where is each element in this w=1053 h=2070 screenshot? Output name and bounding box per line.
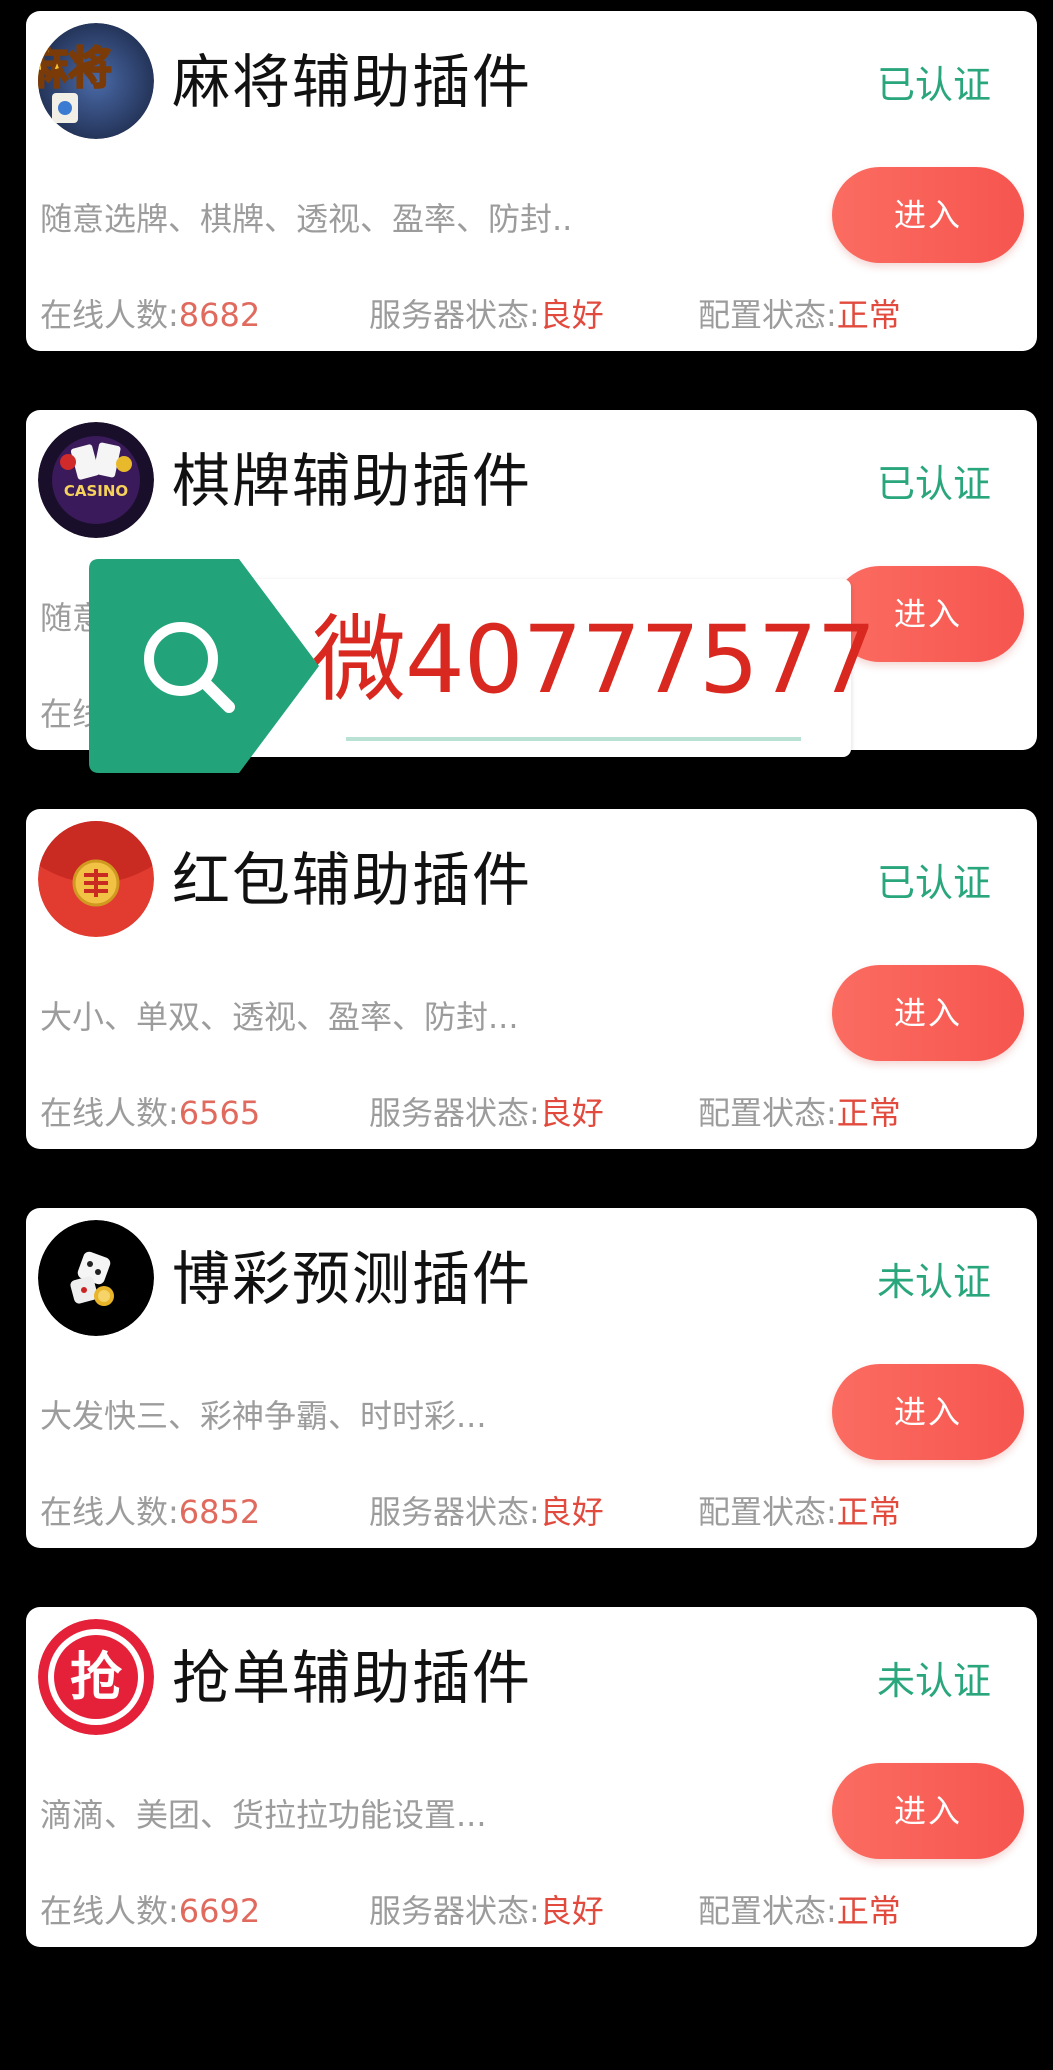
status-row: 在线人数:6565 服务器状态:良好 配置状态:正常 (40, 1091, 1030, 1135)
enter-button[interactable]: 进入 (832, 1763, 1024, 1859)
online-count: 在线人数:6692 (40, 1892, 261, 1930)
online-count: 在线人数:6852 (40, 1493, 261, 1531)
status-row: 在线人数:6692 服务器状态:良好 配置状态:正常 (40, 1889, 1030, 1933)
mahjong-logo-icon: 麻将 (38, 23, 154, 139)
plugin-title: 红包辅助插件 (172, 846, 533, 914)
certification-status: 已认证 (876, 462, 991, 506)
certification-status: 已认证 (876, 861, 991, 905)
server-status: 服务器状态:良好 (369, 1094, 604, 1132)
certification-status: 未认证 (876, 1659, 991, 1703)
server-status: 服务器状态:良好 (369, 296, 604, 334)
contact-text: 微40777577 (312, 606, 876, 715)
enter-button[interactable]: 进入 (832, 167, 1024, 263)
plugin-card-red-envelope: 红包辅助插件 已认证 大小、单双、透视、盈率、防封... 进入 在线人数:656… (26, 809, 1037, 1149)
svg-text:CASINO: CASINO (64, 482, 128, 500)
enter-button[interactable]: 进入 (832, 965, 1024, 1061)
plugin-card-lottery: 博彩预测插件 未认证 大发快三、彩神争霸、时时彩... 进入 在线人数:6852… (26, 1208, 1037, 1548)
red-envelope-logo-icon (38, 821, 154, 937)
banner-underline (346, 737, 801, 741)
plugin-card-mahjong: 麻将 麻将辅助插件 已认证 随意选牌、棋牌、透视、盈率、防封.. 进入 在线人数… (26, 11, 1037, 351)
config-status: 配置状态:正常 (698, 1094, 901, 1132)
status-row: 在线人数:8682 服务器状态:良好 配置状态:正常 (40, 293, 1030, 337)
plugin-description: 滴滴、美团、货拉拉功能设置... (40, 1796, 487, 1834)
plugin-description: 大发快三、彩神争霸、时时彩... (40, 1397, 487, 1435)
online-count: 在线人数:8682 (40, 296, 261, 334)
plugin-title: 棋牌辅助插件 (172, 447, 533, 515)
certification-status: 已认证 (876, 63, 991, 107)
server-status: 服务器状态:良好 (369, 1892, 604, 1930)
online-count: 在线人数:6565 (40, 1094, 261, 1132)
plugin-title: 麻将辅助插件 (172, 48, 533, 116)
server-status: 服务器状态:良好 (369, 1493, 604, 1531)
plugin-description: 大小、单双、透视、盈率、防封... (40, 998, 519, 1036)
plugin-card-grab-order: 抢 抢单辅助插件 未认证 滴滴、美团、货拉拉功能设置... 进入 在线人数:66… (26, 1607, 1037, 1947)
config-status: 配置状态:正常 (698, 1493, 901, 1531)
certification-status: 未认证 (876, 1260, 991, 1304)
config-status: 配置状态:正常 (698, 1892, 901, 1930)
status-row: 在线人数:6852 服务器状态:良好 配置状态:正常 (40, 1490, 1030, 1534)
grab-order-logo-icon: 抢 (38, 1619, 154, 1735)
enter-button[interactable]: 进入 (832, 1364, 1024, 1460)
svg-text:麻将: 麻将 (38, 43, 112, 94)
plugin-title: 博彩预测插件 (172, 1245, 533, 1313)
dice-logo-icon (38, 1220, 154, 1336)
plugin-description: 随意选牌、棋牌、透视、盈率、防封.. (40, 200, 573, 238)
config-status: 配置状态:正常 (698, 296, 901, 334)
plugin-title: 抢单辅助插件 (172, 1644, 533, 1712)
svg-text:抢: 抢 (70, 1648, 123, 1708)
casino-logo-icon: CASINO (38, 422, 154, 538)
contact-banner: 微40777577 (89, 559, 876, 773)
search-tag[interactable] (89, 559, 319, 773)
